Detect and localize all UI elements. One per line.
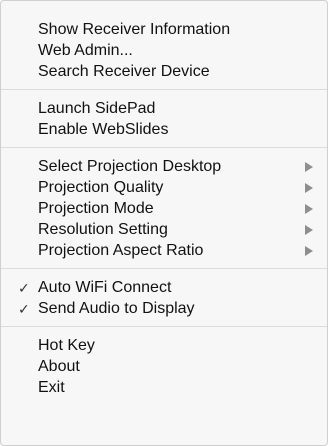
menu-item-label: Exit — [38, 379, 65, 396]
menu-item-label: About — [38, 358, 80, 375]
menu-item-projection-mode[interactable]: Projection Mode — [1, 198, 327, 219]
menu-item-label: Show Receiver Information — [38, 21, 231, 38]
menu-item-label: Web Admin... — [38, 42, 133, 59]
menu-item-label: Search Receiver Device — [38, 63, 210, 80]
menu-item-auto-wifi-connect[interactable]: ✓ Auto WiFi Connect — [1, 277, 327, 298]
menu-separator — [1, 326, 327, 327]
menu-item-label: Send Audio to Display — [38, 300, 195, 317]
menu-separator — [1, 268, 327, 269]
submenu-arrow-icon — [305, 204, 313, 214]
menu-group-toggles: ✓ Auto WiFi Connect ✓ Send Audio to Disp… — [1, 277, 327, 319]
submenu-arrow-icon — [305, 225, 313, 235]
menu-item-label: Resolution Setting — [38, 221, 168, 238]
menu-item-enable-webslides[interactable]: Enable WebSlides — [1, 119, 327, 140]
menu-group-receiver: Show Receiver Information Web Admin... S… — [1, 19, 327, 82]
menu-item-label: Projection Quality — [38, 179, 164, 196]
submenu-arrow-icon — [305, 162, 313, 172]
menu-item-label: Auto WiFi Connect — [38, 279, 172, 296]
menu-item-web-admin[interactable]: Web Admin... — [1, 40, 327, 61]
menu-item-projection-quality[interactable]: Projection Quality — [1, 177, 327, 198]
menu-item-launch-sidepad[interactable]: Launch SidePad — [1, 98, 327, 119]
checkmark-icon: ✓ — [18, 280, 30, 296]
menu-item-resolution-setting[interactable]: Resolution Setting — [1, 219, 327, 240]
menu-item-show-receiver-information[interactable]: Show Receiver Information — [1, 19, 327, 40]
menu-item-label: Hot Key — [38, 337, 95, 354]
menu-item-label: Projection Mode — [38, 200, 154, 217]
menu-separator — [1, 147, 327, 148]
menu-item-label: Launch SidePad — [38, 100, 156, 117]
menu-group-projection: Select Projection Desktop Projection Qua… — [1, 156, 327, 261]
menu-group-sidepad: Launch SidePad Enable WebSlides — [1, 98, 327, 140]
context-menu: Show Receiver Information Web Admin... S… — [0, 0, 328, 446]
menu-item-send-audio-to-display[interactable]: ✓ Send Audio to Display — [1, 298, 327, 319]
menu-item-about[interactable]: About — [1, 356, 327, 377]
menu-item-projection-aspect-ratio[interactable]: Projection Aspect Ratio — [1, 240, 327, 261]
menu-group-app: Hot Key About Exit — [1, 335, 327, 398]
menu-item-label: Select Projection Desktop — [38, 158, 222, 175]
menu-item-hot-key[interactable]: Hot Key — [1, 335, 327, 356]
menu-item-label: Projection Aspect Ratio — [38, 242, 204, 259]
submenu-arrow-icon — [305, 183, 313, 193]
submenu-arrow-icon — [305, 246, 313, 256]
menu-item-search-receiver-device[interactable]: Search Receiver Device — [1, 61, 327, 82]
menu-item-exit[interactable]: Exit — [1, 377, 327, 398]
checkmark-icon: ✓ — [18, 301, 30, 317]
menu-item-label: Enable WebSlides — [38, 121, 169, 138]
menu-separator — [1, 89, 327, 90]
menu-item-select-projection-desktop[interactable]: Select Projection Desktop — [1, 156, 327, 177]
